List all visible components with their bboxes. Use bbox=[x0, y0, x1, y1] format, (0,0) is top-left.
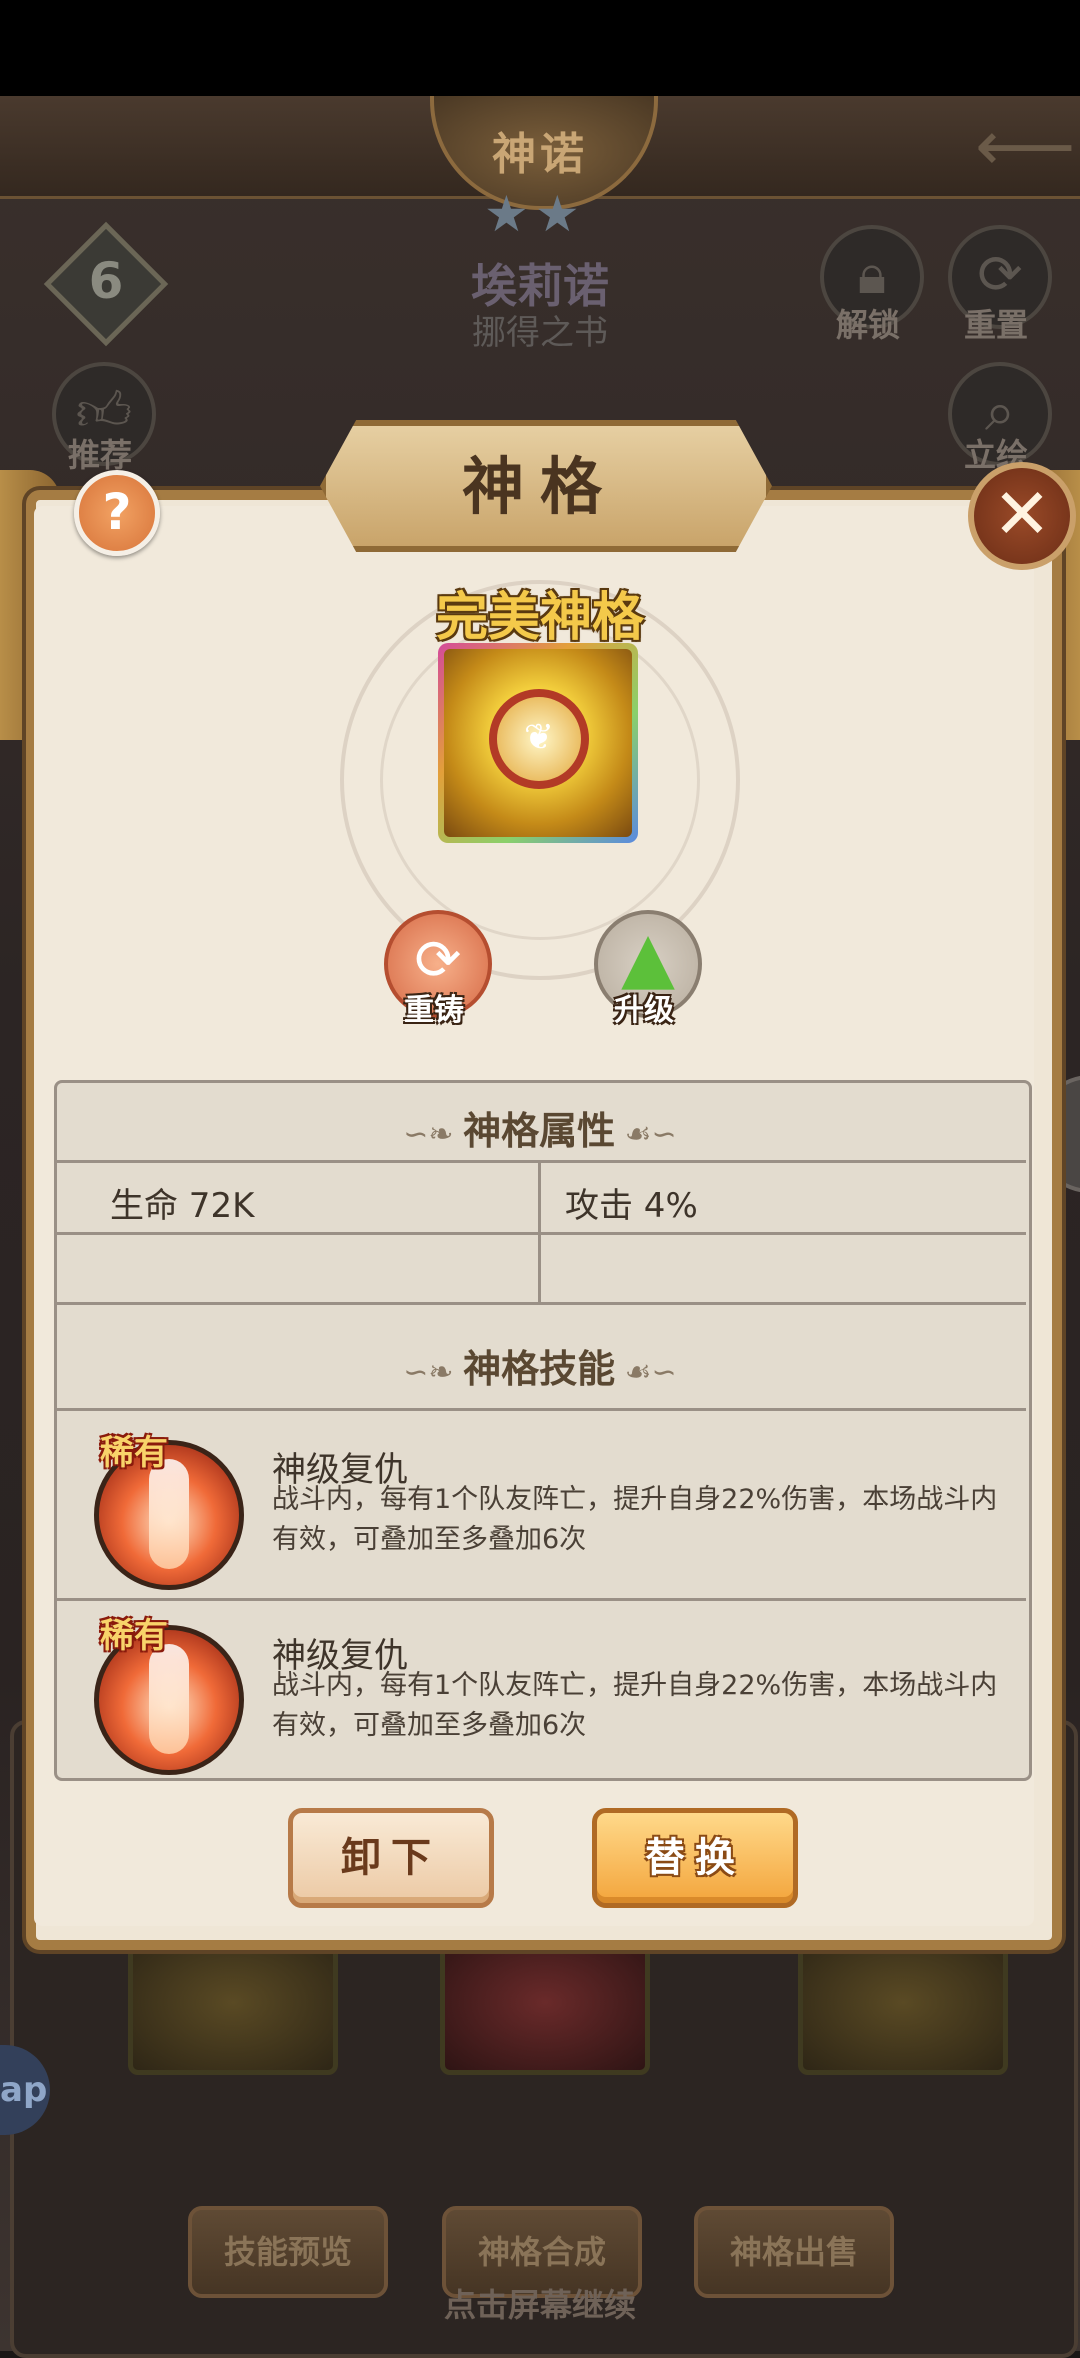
item-name: 完美神格 bbox=[435, 588, 644, 648]
status-bar bbox=[0, 0, 1080, 96]
divider bbox=[54, 1302, 1026, 1305]
upgrade-label: 升级 bbox=[614, 993, 674, 1028]
unlock-label: 解锁 bbox=[835, 306, 900, 344]
ornament-icon: ∽❧ bbox=[403, 1355, 464, 1390]
reset-label: 重置 bbox=[963, 306, 1028, 344]
skills-title: 神格技能 bbox=[463, 1347, 616, 1391]
dialog-title: 神格 bbox=[461, 450, 618, 523]
attributes-title: 神格属性 bbox=[463, 1109, 616, 1153]
level-number: 6 bbox=[88, 252, 124, 310]
equipped-godhood-slot-3[interactable] bbox=[798, 1930, 1008, 2075]
attributes-header: ∽❧ 神格属性 ☙∽ bbox=[54, 1100, 1026, 1155]
ornament-icon: ☙∽ bbox=[615, 1117, 677, 1152]
ornament-icon: ∽❧ bbox=[403, 1117, 464, 1152]
unload-button[interactable]: 卸下 bbox=[288, 1808, 494, 1908]
skill-beam bbox=[149, 1644, 189, 1754]
continue-hint[interactable]: 点击屏幕继续 bbox=[0, 2280, 1080, 2326]
skill-beam bbox=[149, 1459, 189, 1569]
godhood-item-image: ❦ bbox=[444, 649, 632, 837]
close-button[interactable]: ✕ bbox=[968, 462, 1076, 570]
divider bbox=[54, 1598, 1026, 1601]
divider bbox=[538, 1160, 541, 1302]
reforge-icon: ⟳ bbox=[414, 928, 462, 993]
hero-subtitle: 挪得之书 bbox=[472, 313, 608, 353]
attr-hp: 生命 72K bbox=[110, 1186, 255, 1226]
page-title: 神诺 bbox=[492, 129, 588, 180]
replace-button[interactable]: 替换 bbox=[592, 1808, 798, 1908]
divider bbox=[54, 1408, 1026, 1411]
equipped-godhood-slot-1[interactable] bbox=[128, 1930, 338, 2075]
skill-description: 战斗内，每有1个队友阵亡，提升自身22%伤害，本场战斗内有效，可叠加至多叠加6次 bbox=[272, 1484, 998, 1555]
skills-header: ∽❧ 神格技能 ☙∽ bbox=[54, 1338, 1026, 1393]
wing-icon: ❦ bbox=[523, 717, 555, 758]
back-arrow-icon[interactable]: ⟵ bbox=[975, 105, 1075, 187]
reforge-label: 重铸 bbox=[404, 993, 464, 1028]
ornament-icon: ☙∽ bbox=[615, 1355, 677, 1390]
attr-attack: 攻击 4% bbox=[565, 1186, 698, 1226]
help-button[interactable]: ? bbox=[74, 470, 160, 556]
refresh-icon: ⟳ bbox=[977, 243, 1023, 306]
equipped-godhood-slot-2[interactable] bbox=[440, 1930, 650, 2075]
skill-description: 战斗内，每有1个队友阵亡，提升自身22%伤害，本场战斗内有效，可叠加至多叠加6次 bbox=[272, 1670, 998, 1741]
rarity-tag: 稀有 bbox=[100, 1433, 168, 1473]
lock-icon: 🔒︎ bbox=[857, 243, 887, 306]
recommend-label: 推荐 bbox=[67, 436, 132, 474]
star-rating: ★★ bbox=[484, 185, 586, 243]
godhood-item-frame[interactable]: ❦ bbox=[438, 643, 638, 843]
rarity-tag: 稀有 bbox=[100, 1616, 168, 1656]
